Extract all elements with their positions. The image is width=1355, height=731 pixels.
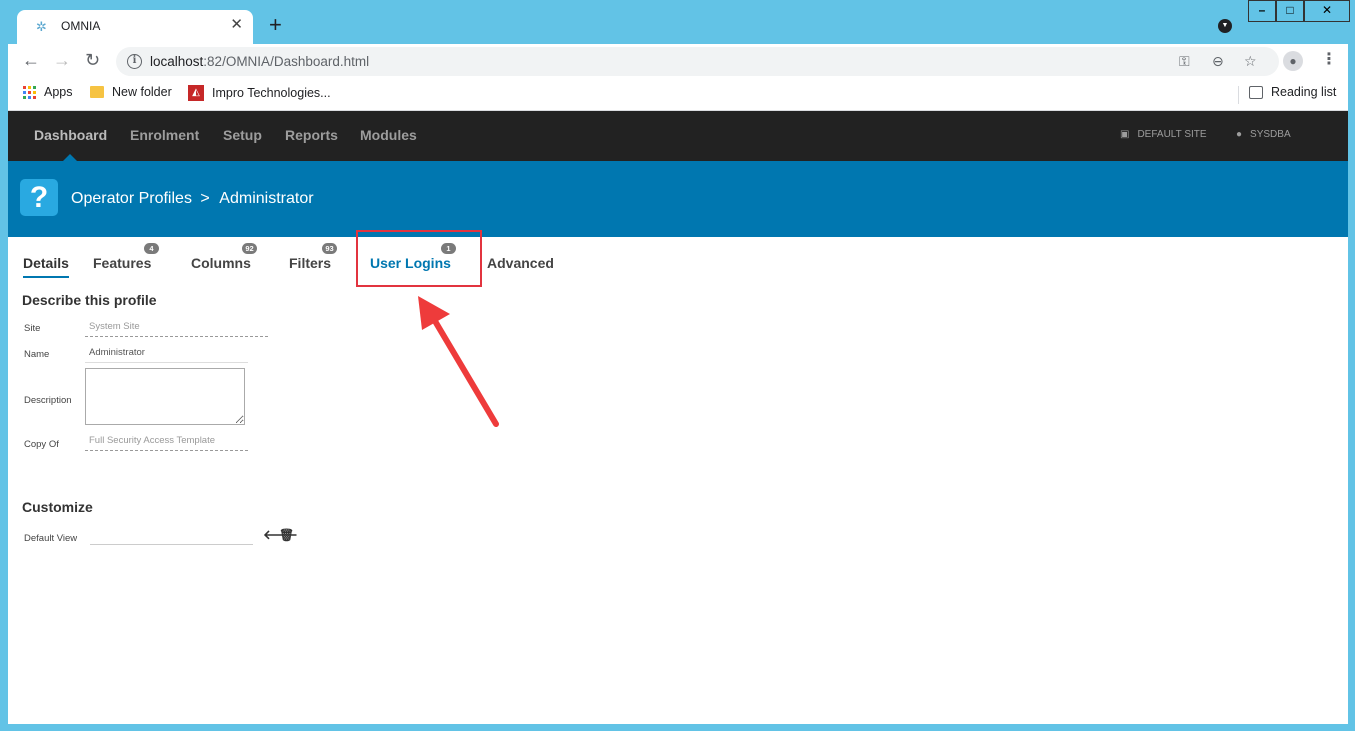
maximize-button[interactable]: □ <box>1276 0 1304 22</box>
default-view-field[interactable] <box>90 529 253 544</box>
tab-columns[interactable]: Columns <box>191 255 251 271</box>
name-label: Name <box>24 349 50 360</box>
close-tab-icon[interactable]: ✕ <box>230 17 243 33</box>
new-tab-button[interactable]: + <box>269 14 282 36</box>
tab-features[interactable]: Features <box>93 255 151 271</box>
copy-of-field[interactable]: Full Security Access Template <box>85 434 248 451</box>
tab-user-logins[interactable]: User Logins <box>370 255 451 271</box>
zoom-icon[interactable]: ⊖ <box>1212 52 1224 70</box>
back-arrow-icon[interactable]: ← <box>22 50 40 70</box>
divider <box>1238 86 1239 104</box>
save-disk-icon: ▣ <box>1120 129 1130 140</box>
nav-item-dashboard[interactable]: Dashboard <box>34 127 107 143</box>
customize-section-title: Customize <box>22 499 93 515</box>
user-menu[interactable]: ● SYSDBA <box>1236 129 1291 140</box>
description-label: Description <box>24 395 72 406</box>
profile-tabs: Details 4 Features 92 Columns 93 Filters… <box>8 230 1348 287</box>
describe-section-title: Describe this profile <box>22 292 157 308</box>
site-field[interactable]: System Site <box>85 320 268 337</box>
key-icon[interactable]: ⚿ <box>1179 52 1190 70</box>
user-icon: ● <box>1236 129 1243 140</box>
tab-advanced[interactable]: Advanced <box>487 255 554 271</box>
browser-toolbar: ← → ↻ i localhost:82/OMNIA/Dashboard.htm… <box>8 44 1348 78</box>
folder-icon <box>90 86 104 98</box>
minimize-button[interactable]: – <box>1248 0 1276 22</box>
breadcrumb-current: Administrator <box>219 190 314 207</box>
bookmark-label: Impro Technologies... <box>212 86 331 100</box>
bookmark-label: Apps <box>44 85 73 99</box>
bookmark-new-folder[interactable]: New folder <box>90 85 172 99</box>
tab-filters[interactable]: Filters <box>289 255 331 271</box>
nav-item-setup[interactable]: Setup <box>223 127 262 143</box>
features-count-badge: 4 <box>144 243 159 254</box>
annotation-arrow <box>418 296 499 427</box>
name-field[interactable]: Administrator <box>85 346 248 363</box>
tab-search-icon[interactable]: ▼ <box>1218 19 1232 33</box>
site-selector[interactable]: ▣ DEFAULT SITE <box>1120 129 1207 140</box>
breadcrumb: Operator Profiles > Administrator <box>71 190 314 208</box>
site-label: DEFAULT SITE <box>1137 129 1207 140</box>
app-navbar: Dashboard Enrolment Setup Reports Module… <box>8 111 1348 162</box>
user-label: SYSDBA <box>1250 129 1291 140</box>
bookmark-label: New folder <box>112 85 172 99</box>
forward-arrow-icon[interactable]: → <box>53 50 71 70</box>
reading-list-icon <box>1249 85 1263 99</box>
reading-list-label: Reading list <box>1271 85 1337 99</box>
profile-avatar-icon[interactable]: ● <box>1283 51 1303 71</box>
arrow-shaft <box>429 313 499 427</box>
help-question-icon: ? <box>20 179 58 216</box>
address-bar[interactable]: i localhost:82/OMNIA/Dashboard.html ⚿ ⊖ … <box>116 47 1279 76</box>
columns-count-badge: 92 <box>242 243 257 254</box>
menu-dots-icon[interactable]: ⋮ <box>1321 50 1337 70</box>
user-logins-count-badge: 1 <box>441 243 456 254</box>
site-label: Site <box>24 323 41 334</box>
apps-grid-icon <box>23 85 36 99</box>
copy-of-label: Copy Of <box>24 439 59 450</box>
trash-icon[interactable]: 🗑 <box>279 527 294 543</box>
browser-tab[interactable]: ✲ OMNIA ✕ <box>17 10 253 44</box>
nav-item-modules[interactable]: Modules <box>360 127 417 143</box>
description-textarea[interactable] <box>85 368 245 425</box>
bookmark-apps[interactable]: Apps <box>23 85 73 99</box>
info-icon[interactable]: i <box>127 54 142 69</box>
close-window-button[interactable]: ✕ <box>1304 0 1350 22</box>
url-text[interactable]: localhost:82/OMNIA/Dashboard.html <box>150 54 369 69</box>
default-view-underline <box>90 544 253 545</box>
filters-count-badge: 93 <box>322 243 337 254</box>
tab-title: OMNIA <box>61 19 101 33</box>
tab-strip: ✲ OMNIA ✕ + ▼ – □ ✕ <box>8 0 1350 44</box>
breadcrumb-separator: > <box>200 190 210 207</box>
page-header: ? Operator Profiles > Administrator <box>8 161 1348 237</box>
tab-details[interactable]: Details <box>23 255 69 278</box>
star-icon[interactable]: ☆ <box>1244 52 1257 70</box>
nav-item-enrolment[interactable]: Enrolment <box>130 127 199 143</box>
breadcrumb-parent[interactable]: Operator Profiles <box>71 190 192 207</box>
reading-list-button[interactable]: Reading list <box>1249 85 1336 99</box>
main-content: Details 4 Features 92 Columns 93 Filters… <box>8 230 1348 724</box>
nav-item-reports[interactable]: Reports <box>285 127 338 143</box>
bookmark-impro[interactable]: ◭ Impro Technologies... <box>188 85 331 101</box>
bookmarks-bar: Apps New folder ◭ Impro Technologies... … <box>8 78 1348 111</box>
default-view-label: Default View <box>24 533 78 544</box>
reload-icon[interactable]: ↻ <box>85 50 100 70</box>
impro-icon: ◭ <box>188 85 204 101</box>
omnia-favicon-icon: ✲ <box>36 19 47 34</box>
browser-window: ✲ OMNIA ✕ + ▼ – □ ✕ ← → ↻ i localhost:82… <box>8 0 1350 724</box>
